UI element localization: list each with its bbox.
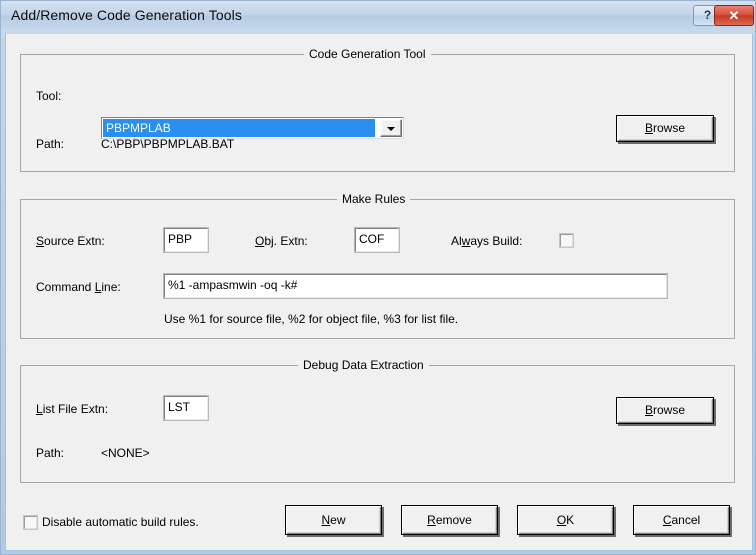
tool-label: Tool: [36,89,61,103]
list-file-extn-label: List File Extn: [36,402,108,416]
remove-button[interactable]: Remove [401,505,498,535]
cancel-button-label: Cancel [663,506,700,534]
obj-extn-input[interactable]: COF [355,228,399,252]
cancel-button[interactable]: Cancel [633,505,730,535]
browse-list-file-button-label: Browse [645,398,685,423]
browse-tool-button[interactable]: Browse [616,115,714,142]
tool-combobox[interactable]: PBPMPLAB [101,117,404,139]
make-rules-group-title: Make Rules [337,192,410,206]
close-button[interactable]: ✕ [714,5,754,26]
new-button-label: New [321,506,345,534]
source-extn-label: Source Extn: [36,234,105,248]
browse-tool-button-label: Browse [645,116,685,141]
title-bar: Add/Remove Code Generation Tools ? ✕ [1,1,756,31]
browse-list-file-button[interactable]: Browse [616,397,714,424]
window-title: Add/Remove Code Generation Tools [11,7,242,23]
list-path-value: <NONE> [101,446,150,460]
always-build-label: Always Build: [451,234,522,248]
command-line-input[interactable]: %1 -ampasmwin -oq -k# [164,274,667,298]
remove-button-label: Remove [427,506,472,534]
obj-extn-label: Obj. Extn: [255,234,308,248]
list-path-label: Path: [36,446,64,460]
code-generation-tool-group: Code Generation Tool [20,54,735,172]
tool-path-label: Path: [36,137,64,151]
tool-combobox-value[interactable]: PBPMPLAB [103,119,375,137]
debug-data-extraction-group: Debug Data Extraction [20,365,735,483]
dialog-client-area: Code Generation Tool Tool: PBPMPLAB Brow… [5,33,753,551]
chevron-down-icon[interactable] [380,119,402,137]
debug-data-extraction-group-title: Debug Data Extraction [298,358,429,372]
new-button[interactable]: New [285,505,382,535]
command-line-label: Command Line: [36,280,121,294]
disable-auto-build-label: Disable automatic build rules. [42,515,199,529]
code-generation-tool-group-title: Code Generation Tool [304,47,431,61]
make-rules-hint: Use %1 for source file, %2 for object fi… [164,312,458,326]
list-file-extn-input[interactable]: LST [164,396,208,420]
always-build-checkbox[interactable] [560,234,573,247]
ok-button-label: OK [557,506,574,534]
source-extn-input[interactable]: PBP [164,228,208,252]
dialog-window: Add/Remove Code Generation Tools ? ✕ Cod… [0,0,756,555]
disable-auto-build-checkbox[interactable] [24,516,37,529]
tool-path-value: C:\PBP\PBPMPLAB.BAT [101,137,234,151]
ok-button[interactable]: OK [517,505,614,535]
